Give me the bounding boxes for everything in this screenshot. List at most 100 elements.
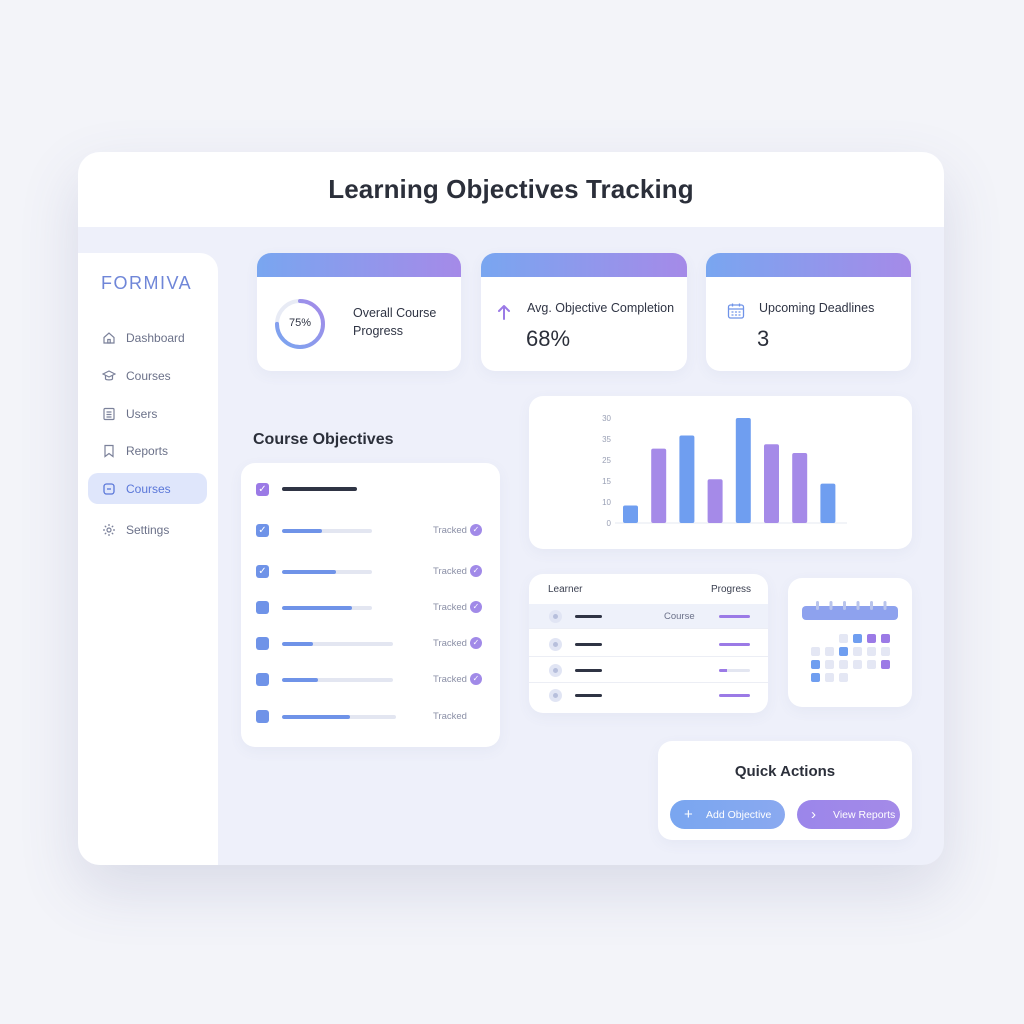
avatar <box>549 610 562 623</box>
mini-calendar <box>802 601 898 682</box>
learner-progress-fill <box>719 669 727 672</box>
objective-progress-track <box>282 715 396 719</box>
chart-bar <box>707 479 723 523</box>
y-tick-label: 25 <box>602 456 611 465</box>
select-all-checkbox[interactable]: ✓ <box>256 483 269 496</box>
calendar-day[interactable] <box>839 647 848 656</box>
objective-completion-card: Avg. Objective Completion 68% <box>481 253 687 371</box>
calendar-day[interactable] <box>811 673 820 682</box>
y-tick-label: 10 <box>602 498 611 507</box>
plus-icon: + <box>684 805 693 823</box>
calendar-day[interactable] <box>867 660 876 669</box>
quick-actions-title: Quick Actions <box>734 763 836 780</box>
sidebar-item-courses[interactable]: Courses <box>88 360 207 391</box>
learner-table-card: Learner Progress Course <box>529 574 768 713</box>
calendar-day[interactable] <box>853 660 862 669</box>
calendar-day[interactable] <box>825 647 834 656</box>
objective-status-label: Tracked <box>433 711 467 722</box>
sidebar-item-label: Users <box>126 406 158 421</box>
calendar-icon <box>727 302 745 325</box>
sidebar-item-dashboard[interactable]: Dashboard <box>88 322 207 353</box>
calendar-day[interactable] <box>867 634 876 643</box>
completion-value: 68% <box>526 326 571 351</box>
learner-name-placeholder <box>575 694 602 697</box>
objective-status-label: Tracked <box>433 525 467 536</box>
chart-bar <box>820 483 836 523</box>
objective-progress-fill <box>282 606 353 610</box>
objective-status-label: Tracked <box>433 638 467 649</box>
card-header-bar <box>481 253 687 277</box>
objective-row[interactable]: Tracked ✓ <box>256 635 496 653</box>
objective-checkbox[interactable] <box>256 673 269 686</box>
brand-logo: FORMIVA <box>101 273 193 293</box>
avatar <box>549 664 562 677</box>
calendar-ring <box>816 601 819 610</box>
learner-progress-bar <box>719 615 750 618</box>
tracked-check-icon: ✓ <box>470 637 482 649</box>
calendar-day[interactable] <box>867 647 876 656</box>
add-objective-button[interactable]: + Add Objective <box>670 800 785 829</box>
calendar-day[interactable] <box>881 647 890 656</box>
calendar-ring <box>856 601 860 610</box>
calendar-day[interactable] <box>811 647 820 656</box>
sidebar-item-settings[interactable]: Settings <box>88 514 207 545</box>
arrow-up-icon <box>496 303 512 326</box>
learner-progress-bar <box>719 643 750 646</box>
view-reports-button[interactable]: › View Reports <box>797 800 900 829</box>
objective-row[interactable]: Tracked ✓ <box>256 599 496 617</box>
table-row[interactable] <box>529 658 768 683</box>
objective-row[interactable]: Tracked ✓ <box>256 671 496 689</box>
y-tick-label: 0 <box>607 519 612 528</box>
objective-row[interactable]: ✓ Tracked ✓ <box>256 522 496 540</box>
sidebar-item-users[interactable]: Users <box>88 398 207 429</box>
tracked-check-icon: ✓ <box>470 565 482 577</box>
learner-progress-bar <box>719 694 750 697</box>
calendar-day[interactable] <box>825 660 834 669</box>
chart-bar <box>764 444 779 523</box>
card-header-bar <box>706 253 911 277</box>
objective-status-label: Tracked <box>433 602 467 613</box>
deadlines-value: 3 <box>757 326 770 351</box>
chart-bar <box>651 448 667 523</box>
calendar-day[interactable] <box>881 634 890 643</box>
calendar-day[interactable] <box>811 660 820 669</box>
calendar-day[interactable] <box>839 634 848 643</box>
objective-checkbox[interactable]: ✓ <box>256 524 269 537</box>
sidebar-item-label: Courses <box>126 368 171 383</box>
objective-checkbox[interactable] <box>256 710 269 723</box>
sidebar-item-label: Dashboard <box>126 330 185 345</box>
table-row[interactable] <box>529 632 768 657</box>
objective-row[interactable]: Tracked <box>256 708 496 726</box>
sidebar-item-reports[interactable]: Reports <box>88 435 207 466</box>
chart-bar <box>735 418 751 523</box>
course-objectives-card: ✓ ✓ Tracked ✓ ✓ Tracked ✓ Tracked ✓ Tracked ✓ Trac… <box>241 463 500 747</box>
gear-icon <box>102 523 116 537</box>
chart-bar <box>792 453 808 523</box>
objective-row[interactable]: ✓ Tracked ✓ <box>256 563 496 581</box>
calendar-day[interactable] <box>853 634 862 643</box>
objectives-header-line <box>282 487 357 491</box>
table-row[interactable]: Course <box>529 604 768 629</box>
objective-checkbox[interactable] <box>256 637 269 650</box>
calendar-day[interactable] <box>825 673 834 682</box>
course-cell: Course <box>664 611 695 622</box>
progress-column-header: Progress <box>711 584 752 595</box>
app-window: Learning Objectives Tracking FORMIVA Das… <box>78 152 944 865</box>
list-icon <box>102 407 116 421</box>
calendar-day[interactable] <box>839 660 848 669</box>
calendar-ring <box>843 601 846 610</box>
graduation-cap-icon <box>102 369 116 383</box>
progress-label-line2: Progress <box>353 324 404 338</box>
table-row[interactable] <box>529 683 768 708</box>
calendar-day[interactable] <box>881 660 890 669</box>
progress-ring-value: 75% <box>288 317 312 329</box>
calendar-ring <box>829 601 833 610</box>
calendar-day[interactable] <box>839 673 848 682</box>
objective-checkbox[interactable] <box>256 601 269 614</box>
sidebar-item-courses-active[interactable]: Courses <box>88 473 207 504</box>
calendar-ring <box>883 601 887 610</box>
calendar-day[interactable] <box>853 647 862 656</box>
learner-name-placeholder <box>575 643 602 646</box>
y-tick-label: 35 <box>602 435 611 444</box>
objective-checkbox[interactable]: ✓ <box>256 565 269 578</box>
